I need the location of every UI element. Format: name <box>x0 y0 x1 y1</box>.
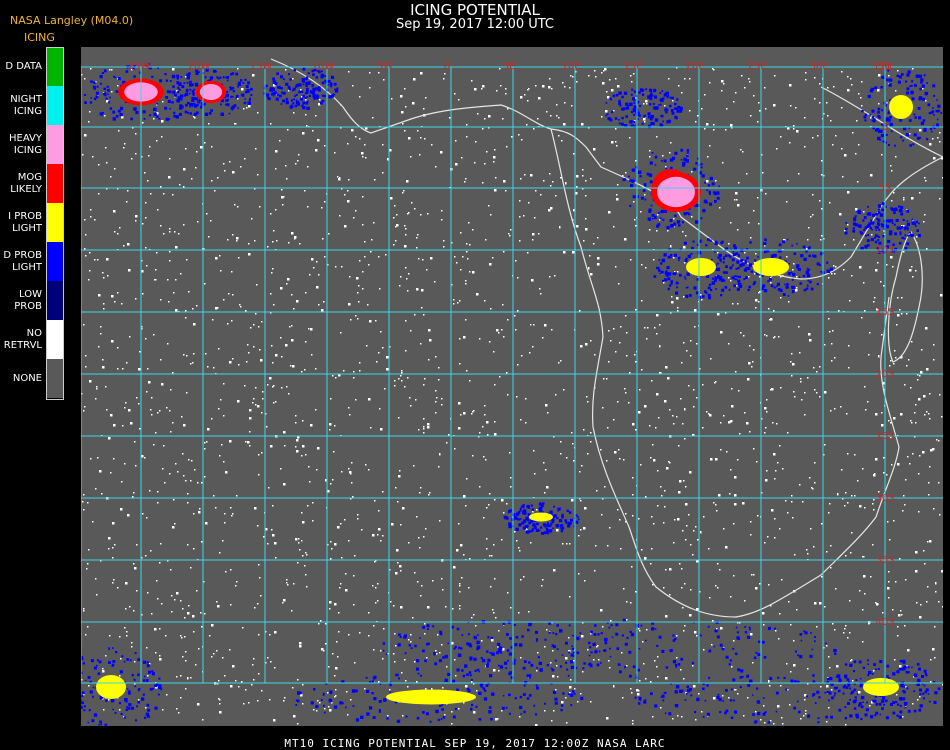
latitude-label: 10S <box>875 245 894 256</box>
longitude-label: 5E <box>503 61 516 72</box>
legend-item: NIGHT ICING <box>0 86 64 125</box>
longitude-label: 0 <box>444 61 450 72</box>
legend-item: I PROB LIGHT <box>0 203 64 242</box>
legend-label: LOW PROB <box>14 288 42 312</box>
longitude-label: 25E <box>747 61 766 72</box>
longitude-label: 25W <box>128 61 151 72</box>
legend-swatch <box>46 164 64 203</box>
icing-map[interactable]: 25W 20W 15W 10W 5W 0 5E 10E 15E 20E 25E 30E 35E 5N 0 5S… <box>62 47 944 727</box>
legend-swatch <box>46 47 64 86</box>
legend-label: NIGHT ICING <box>10 93 42 117</box>
icing-core-light <box>96 675 126 699</box>
legend-label: NONE <box>12 372 42 384</box>
map-canvas[interactable]: 25W 20W 15W 10W 5W 0 5E 10E 15E 20E 25E 30E 35E5N05S… <box>62 47 944 727</box>
legend-label: D PROB LIGHT <box>3 249 42 273</box>
legend-swatch <box>46 320 64 359</box>
legend-item: D DATA <box>0 47 64 86</box>
longitude-label: 30E <box>809 61 828 72</box>
latitude-label: 25S <box>875 431 894 442</box>
grid-labels: 25W 20W 15W 10W 5W 0 5E 10E 15E 20E 25E 30E 35E5N05S… <box>128 61 895 628</box>
icing-core-light <box>686 258 716 276</box>
legend-item: NO RETRVL <box>0 320 64 359</box>
legend-label: D DATA <box>5 60 42 72</box>
longitude-label: 5W <box>377 61 393 72</box>
no-retrieval-speckle-layer <box>81 67 944 727</box>
latitude-label: 35S <box>875 555 894 566</box>
legend-swatch <box>46 203 64 242</box>
coastline-layer <box>270 58 944 618</box>
legend-label: I PROB LIGHT <box>8 210 42 234</box>
legend-item: D PROB LIGHT <box>0 242 64 281</box>
latitude-label: 0 <box>882 122 888 133</box>
icing-core-light <box>386 689 476 705</box>
legend-swatch <box>46 86 64 125</box>
latitude-label: 20S <box>875 369 894 380</box>
icing-area-layer <box>62 62 943 727</box>
longitude-label: 10E <box>561 61 580 72</box>
longitude-label: 15E <box>623 61 642 72</box>
icing-core-light <box>863 678 899 696</box>
legend-swatch <box>46 242 64 281</box>
map-timestamp: Sep 19, 2017 12:00 UTC <box>395 17 555 32</box>
icing-core-light <box>753 258 789 276</box>
legend-item: HEAVY ICING <box>0 125 64 164</box>
legend-label: HEAVY ICING <box>9 132 42 156</box>
longitude-label: 10W <box>312 61 335 72</box>
lat-lon-grid <box>80 66 943 684</box>
latitude-label: 40S <box>875 617 894 628</box>
color-legend: D DATA NIGHT ICING HEAVY ICING MOG LIKELY I … <box>0 47 64 398</box>
no-retrieval-speckle <box>81 67 944 727</box>
longitude-label: 15W <box>250 61 273 72</box>
longitude-label: 20W <box>188 61 211 72</box>
legend-swatch <box>46 125 64 164</box>
latitude-label: 5S <box>879 183 892 194</box>
layer-label: ICING <box>24 31 55 44</box>
legend-item: MOG LIKELY <box>0 164 64 203</box>
legend-swatch <box>46 359 64 398</box>
latitude-label: 30S <box>875 493 894 504</box>
legend-item: NONE <box>0 359 64 398</box>
icing-core-heavy <box>657 176 695 208</box>
icing-core-light <box>889 95 913 119</box>
legend-label: MOG LIKELY <box>10 171 42 195</box>
icing-cluster <box>447 618 837 679</box>
icing-core-light <box>529 512 553 522</box>
footer-caption: MT10 ICING POTENTIAL SEP 19, 2017 12:00Z… <box>284 737 666 750</box>
legend-swatch <box>46 281 64 320</box>
legend-label: NO RETRVL <box>3 327 42 351</box>
longitude-label: 20E <box>685 61 704 72</box>
legend-item: LOW PROB <box>0 281 64 320</box>
map-title: ICING POTENTIAL <box>410 1 540 19</box>
latitude-label: 5N <box>878 62 892 73</box>
coastline-africa-west <box>550 128 900 618</box>
latitude-label: 15S <box>875 307 894 318</box>
